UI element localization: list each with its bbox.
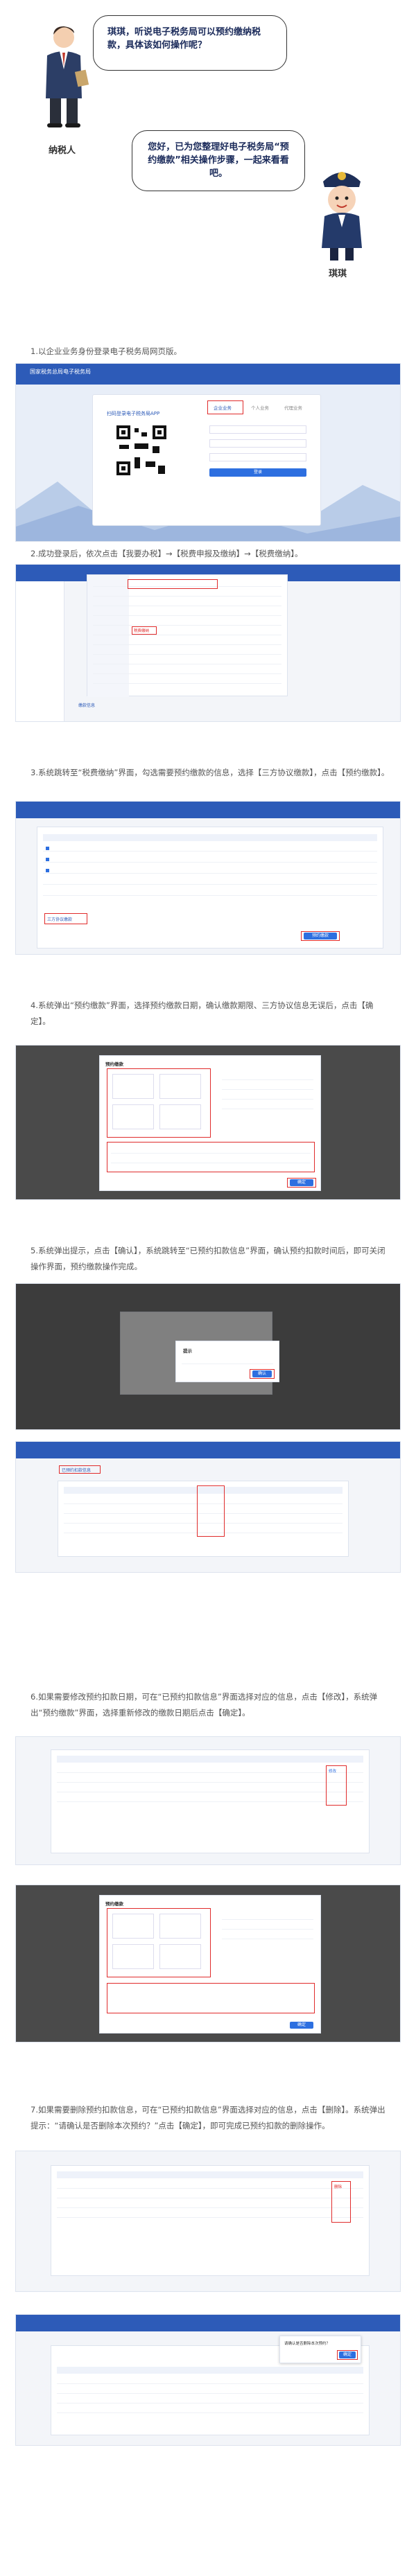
payment-screenshot: 三方协议缴款 预约缴款 (15, 801, 401, 955)
step-5-text: 5.系统弹出提示，点击【确认】，系统跳转至“已预约扣款信息”界面，确认预约扣款时… (31, 1246, 385, 1271)
reserve-modal: 预约缴款 确定 (99, 1055, 321, 1191)
qr-code-icon (114, 423, 169, 478)
tax-declare-highlight (128, 579, 218, 589)
site-title: 国家税务总局电子税务局 (30, 369, 91, 375)
taxpayer-illustration (46, 26, 89, 127)
edit-table: 修改 (51, 1749, 370, 1853)
tab-enterprise[interactable]: 企业业务 (214, 404, 232, 411)
modal-confirm-button[interactable]: 确定 (290, 1179, 313, 1186)
tab-person[interactable]: 个人业务 (251, 404, 269, 411)
delete-popconfirm: 请确认是否删除本次预约？ 确定 (279, 2336, 361, 2363)
confirm-title: 提示 (183, 1348, 192, 1354)
captcha-field[interactable] (209, 453, 306, 461)
confirm-screenshot: 提示 确认 (15, 1283, 401, 1430)
confirm-dialog: 提示 确认 (175, 1341, 279, 1382)
deduction-date-highlight (197, 1485, 225, 1537)
modal-title: 预约缴款 (105, 1061, 123, 1067)
step-1-text: 1.以企业业务身份登录电子税务局网页版。 (31, 346, 182, 356)
edit-modal: 预约缴款 确定 (99, 1895, 321, 2034)
delete-link[interactable]: 删除 (334, 2184, 342, 2189)
payment-info-section: 缴款信息 (78, 703, 96, 708)
menu-popup: 税费缴纳 (87, 574, 288, 697)
records-screenshot: 已预约扣款信息 (15, 1441, 401, 1573)
qiqi-name: 琪琪 (329, 269, 347, 279)
records-tab[interactable]: 已预约扣款信息 (62, 1467, 91, 1473)
menu-screenshot: 税费缴纳 缴款信息 (15, 564, 401, 722)
step-3-text: 3.系统跳转至“税费缴纳”界面，勾选需要预约缴款的信息，选择【三方协议缴款】，点… (31, 768, 390, 777)
delete-table: 删除 (51, 2165, 370, 2276)
login-panel: 扫码登录电子税务局APP 企业业务 个人业务 代理业务 登录 (92, 394, 321, 526)
modal-screenshot: 预约缴款 确定 (15, 1045, 401, 1200)
reserve-payment-button[interactable]: 预约缴款 (304, 933, 337, 939)
edit-modal-screenshot: 预约缴款 确定 (15, 1885, 401, 2043)
edit-agreement-highlight (107, 1983, 315, 2013)
edit-modal-title: 预约缴款 (105, 1901, 123, 1907)
menu-tax-payment[interactable]: 税费缴纳 (134, 628, 149, 633)
step-7-text: 7.如果需要删除预约扣款信息，可在“已预约扣款信息”界面选择对应的信息，点击【删… (31, 2105, 385, 2131)
taxpayer-name: 纳税人 (49, 145, 76, 156)
edit-link[interactable]: 修改 (329, 1768, 336, 1774)
confirm-ok-button[interactable]: 确认 (252, 1370, 272, 1377)
step-4-text: 4.系统弹出“预约缴款”界面，选择预约缴款日期，确认缴款期限、三方协议信息无误后… (31, 1000, 374, 1026)
username-field[interactable] (209, 425, 306, 434)
qiqi-answer-bubble: 您好，已为您整理好电子税务局“预约缴款”相关操作步骤，一起来看看吧。 (132, 130, 305, 191)
step-2-text: 2.成功登录后，依次点击【我要办税】→【税费申报及缴纳】→【税费缴纳】。 (31, 549, 303, 558)
delete-confirm-message: 请确认是否删除本次预约？ (284, 2342, 331, 2346)
records-table (58, 1481, 349, 1557)
payment-table: 三方协议缴款 预约缴款 (37, 827, 383, 949)
delete-confirm-screenshot: 请确认是否删除本次预约？ 确定 (15, 2314, 401, 2446)
step-6-text: 6.如果需要修改预约扣款日期，可在“已预约扣款信息”界面选择对应的信息，点击【修… (31, 1692, 378, 1718)
tab-agent[interactable]: 代理业务 (284, 404, 302, 411)
edit-screenshot: 修改 (15, 1736, 401, 1865)
delete-screenshot: 删除 (15, 2151, 401, 2292)
edit-confirm-button[interactable]: 确定 (290, 2022, 313, 2029)
app-qr-label: 扫码登录电子税务局APP (107, 411, 160, 416)
agreement-payment-option[interactable]: 三方协议缴款 (47, 916, 72, 922)
password-field[interactable] (209, 439, 306, 448)
delete-ok-button[interactable]: 确定 (339, 2352, 356, 2358)
login-screenshot: 国家税务总局电子税务局 扫码登录电子税务局APP 企业业务 个人业务 代理业务 … (15, 363, 401, 542)
qiqi-illustration (322, 172, 362, 261)
taxpayer-question-bubble: 琪琪，听说电子税务局可以预约缴纳税款，具体该如何操作呢？ (93, 15, 287, 71)
login-button[interactable]: 登录 (209, 468, 306, 477)
